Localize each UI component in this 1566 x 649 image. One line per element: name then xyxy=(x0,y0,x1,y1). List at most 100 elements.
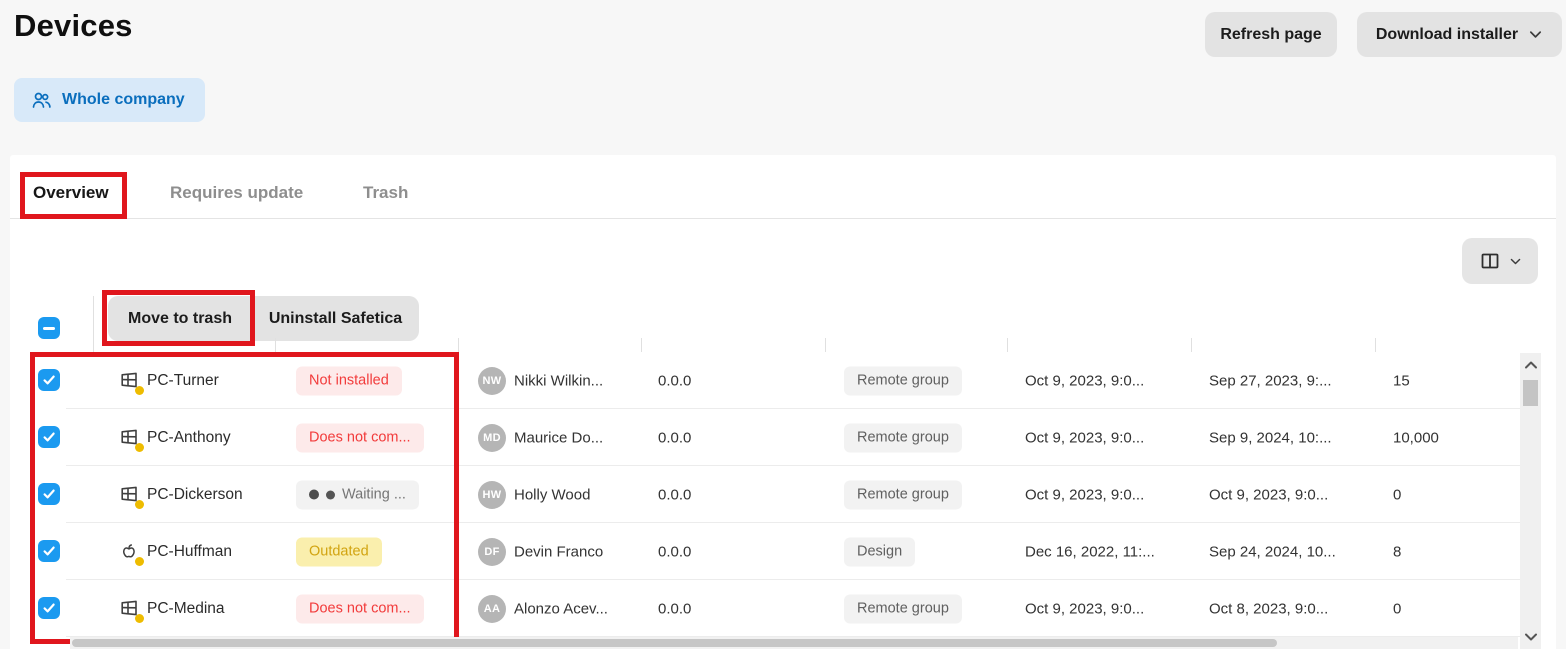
date-second: Sep 24, 2024, 10... xyxy=(1209,543,1336,560)
status-dot-icon xyxy=(309,490,319,500)
table-row[interactable]: PC-Dickerson Waiting ... HW Holly Wood 0… xyxy=(30,466,1520,523)
download-installer-button[interactable]: Download installer xyxy=(1357,12,1562,57)
device-status-label: Does not com... xyxy=(309,601,411,617)
device-name: PC-Turner xyxy=(147,372,219,390)
device-status-label: Does not com... xyxy=(309,430,411,446)
status-dot-yellow-icon xyxy=(135,557,144,566)
vertical-scrollbar[interactable] xyxy=(1520,353,1541,649)
column-divider xyxy=(1375,338,1376,352)
date-first: Dec 16, 2022, 11:... xyxy=(1025,543,1155,560)
device-name: PC-Dickerson xyxy=(147,486,243,504)
chevron-down-icon xyxy=(1528,27,1543,42)
uninstall-safetica-button[interactable]: Uninstall Safetica xyxy=(252,296,419,341)
column-divider xyxy=(1191,338,1192,352)
horizontal-scrollbar[interactable] xyxy=(70,637,1518,649)
indeterminate-minus-icon xyxy=(43,327,55,330)
scope-chip-label: Whole company xyxy=(62,91,185,109)
date-first: Oct 9, 2023, 9:0... xyxy=(1025,486,1144,503)
avatar: AA xyxy=(478,595,506,623)
select-all-checkbox[interactable] xyxy=(38,317,60,339)
version-value: 0.0.0 xyxy=(658,429,691,446)
group-badge: Design xyxy=(844,537,915,566)
date-first: Oct 9, 2023, 9:0... xyxy=(1025,429,1144,446)
refresh-page-button[interactable]: Refresh page xyxy=(1205,12,1337,57)
table-row[interactable]: PC-Anthony Does not com... MD Maurice Do… xyxy=(30,409,1520,466)
column-divider xyxy=(458,338,459,352)
status-dot-yellow-icon xyxy=(135,614,144,623)
devices-page: Devices Refresh page Download installer … xyxy=(0,0,1566,649)
date-second: Sep 9, 2024, 10:... xyxy=(1209,429,1332,446)
version-value: 0.0.0 xyxy=(658,600,691,617)
count-value: 15 xyxy=(1393,372,1410,389)
tab-requires-update[interactable]: Requires update xyxy=(170,183,303,203)
user-name: Maurice Do... xyxy=(514,429,603,446)
group-badge: Remote group xyxy=(844,366,962,395)
version-value: 0.0.0 xyxy=(658,486,691,503)
status-dot-yellow-icon xyxy=(135,386,144,395)
people-icon xyxy=(30,89,52,111)
scope-chip-whole-company[interactable]: Whole company xyxy=(14,78,205,122)
row-checkbox[interactable] xyxy=(38,483,60,505)
tabs-divider xyxy=(10,218,1556,219)
group-badge: Remote group xyxy=(844,480,962,509)
column-divider xyxy=(825,338,826,352)
date-second: Oct 8, 2023, 9:0... xyxy=(1209,600,1328,617)
device-status-label: Not installed xyxy=(309,373,389,389)
table-row[interactable]: PC-Medina Does not com... AA Alonzo Acev… xyxy=(30,580,1520,637)
tab-trash[interactable]: Trash xyxy=(363,183,408,203)
row-checkbox[interactable] xyxy=(38,369,60,391)
status-dot-yellow-icon xyxy=(135,500,144,509)
version-value: 0.0.0 xyxy=(658,543,691,560)
device-status-badge: Outdated xyxy=(296,537,382,566)
device-status-label: Waiting ... xyxy=(342,487,406,503)
move-to-trash-button[interactable]: Move to trash xyxy=(108,296,252,341)
device-status-badge: Waiting ... xyxy=(296,480,419,509)
avatar: MD xyxy=(478,424,506,452)
refresh-page-label: Refresh page xyxy=(1220,26,1321,44)
window-icon xyxy=(119,484,141,506)
date-second: Oct 9, 2023, 9:0... xyxy=(1209,486,1328,503)
device-status-badge: Not installed xyxy=(296,366,402,395)
device-status-badge: Does not com... xyxy=(296,423,424,452)
scroll-down-icon[interactable] xyxy=(1520,627,1541,647)
horizontal-scrollbar-thumb[interactable] xyxy=(72,639,1277,647)
date-first: Oct 9, 2023, 9:0... xyxy=(1025,600,1144,617)
columns-icon xyxy=(1479,250,1501,272)
device-name: PC-Huffman xyxy=(147,543,232,561)
row-checkbox[interactable] xyxy=(38,597,60,619)
date-second: Sep 27, 2023, 9:... xyxy=(1209,372,1332,389)
scroll-up-icon[interactable] xyxy=(1520,355,1541,375)
apple-icon xyxy=(119,541,141,563)
group-badge: Remote group xyxy=(844,423,962,452)
table-row[interactable]: PC-Huffman Outdated DF Devin Franco 0.0.… xyxy=(30,523,1520,580)
device-status-label: Outdated xyxy=(309,544,369,560)
avatar: NW xyxy=(478,367,506,395)
user-name: Nikki Wilkin... xyxy=(514,372,603,389)
row-checkbox[interactable] xyxy=(38,426,60,448)
device-status-badge: Does not com... xyxy=(296,594,424,623)
column-divider xyxy=(641,338,642,352)
vertical-scrollbar-thumb[interactable] xyxy=(1523,380,1538,406)
date-first: Oct 9, 2023, 9:0... xyxy=(1025,372,1144,389)
count-value: 0 xyxy=(1393,486,1401,503)
count-value: 0 xyxy=(1393,600,1401,617)
tab-overview[interactable]: Overview xyxy=(33,183,109,203)
user-name: Devin Franco xyxy=(514,543,603,560)
column-divider xyxy=(1007,338,1008,352)
window-icon xyxy=(119,598,141,620)
download-installer-label: Download installer xyxy=(1376,26,1518,44)
row-checkbox[interactable] xyxy=(38,540,60,562)
user-name: Holly Wood xyxy=(514,486,590,503)
page-title: Devices xyxy=(14,8,133,44)
chevron-down-icon xyxy=(1509,255,1522,268)
window-icon xyxy=(119,427,141,449)
table-row[interactable]: PC-Turner Not installed NW Nikki Wilkin.… xyxy=(30,352,1520,409)
avatar: HW xyxy=(478,481,506,509)
column-settings-button[interactable] xyxy=(1462,238,1538,284)
window-icon xyxy=(119,370,141,392)
status-dot-icon xyxy=(326,490,335,499)
count-value: 10,000 xyxy=(1393,429,1439,446)
avatar: DF xyxy=(478,538,506,566)
column-divider xyxy=(93,296,94,352)
status-dot-yellow-icon xyxy=(135,443,144,452)
